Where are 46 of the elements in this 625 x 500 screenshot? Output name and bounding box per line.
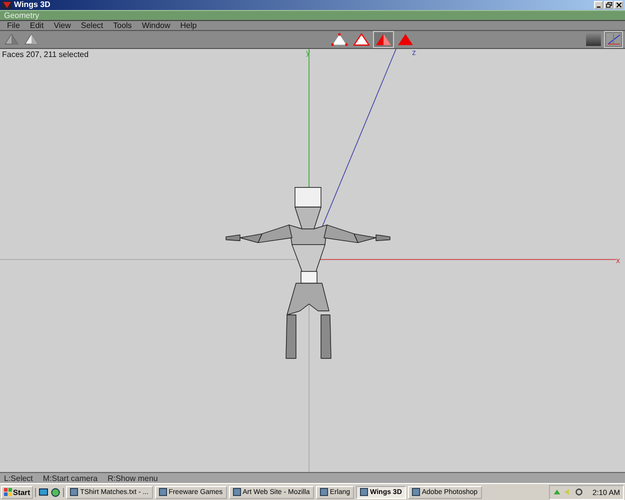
window-icon — [360, 488, 368, 496]
z-axis-label: z — [412, 49, 416, 57]
mouse-hint: R:Show menu — [108, 474, 158, 482]
edge-mode-button[interactable] — [351, 31, 372, 48]
pyramid-icon — [331, 33, 348, 46]
menu-item[interactable]: File — [2, 21, 25, 30]
window-icon — [70, 488, 78, 496]
smooth-shading-button[interactable] — [2, 32, 21, 47]
selection-status: Faces 207, 211 selected — [2, 50, 89, 59]
menu-item[interactable]: Tools — [108, 21, 137, 30]
pyramid-icon — [397, 33, 414, 46]
app-icon — [2, 1, 12, 9]
close-icon — [616, 2, 622, 8]
desktop-icon[interactable] — [39, 488, 48, 496]
gear-icon[interactable] — [575, 488, 584, 496]
x-axis-label: x — [616, 257, 620, 265]
pyramid-icon — [353, 33, 370, 46]
globe-icon[interactable] — [51, 488, 60, 496]
menu-item[interactable]: Help — [175, 21, 202, 30]
face-mode-button[interactable] — [373, 31, 394, 48]
vertex-mode-button[interactable] — [329, 31, 350, 48]
menu-item[interactable]: Select — [76, 21, 108, 30]
menu-item[interactable]: View — [48, 21, 76, 30]
pyramid-icon — [4, 34, 19, 45]
gradient-square-icon — [586, 33, 601, 46]
axes-icon — [606, 33, 621, 46]
restore-button[interactable] — [604, 1, 613, 9]
pyramid-icon — [375, 33, 392, 46]
close-button[interactable] — [614, 1, 623, 9]
mouse-hint: L:Select — [4, 474, 33, 482]
flat-shading-button[interactable] — [22, 32, 41, 47]
windows-logo-icon — [4, 488, 12, 496]
pyramid-icon — [24, 34, 39, 45]
window-title: Wings 3D — [14, 0, 52, 10]
menu-item[interactable]: Edit — [24, 21, 49, 30]
menu-item[interactable]: Window — [136, 21, 176, 30]
window-icon — [232, 488, 241, 496]
window-icon — [320, 488, 328, 496]
panel-title: Geometry — [4, 11, 40, 20]
grid-view-button[interactable] — [584, 31, 603, 48]
restore-icon — [606, 2, 612, 8]
minimize-button[interactable] — [594, 1, 603, 9]
mouse-hint: M:Start camera — [42, 474, 98, 482]
window-icon — [412, 488, 420, 496]
window-icon — [158, 488, 167, 496]
axes-view-button[interactable] — [604, 31, 623, 48]
